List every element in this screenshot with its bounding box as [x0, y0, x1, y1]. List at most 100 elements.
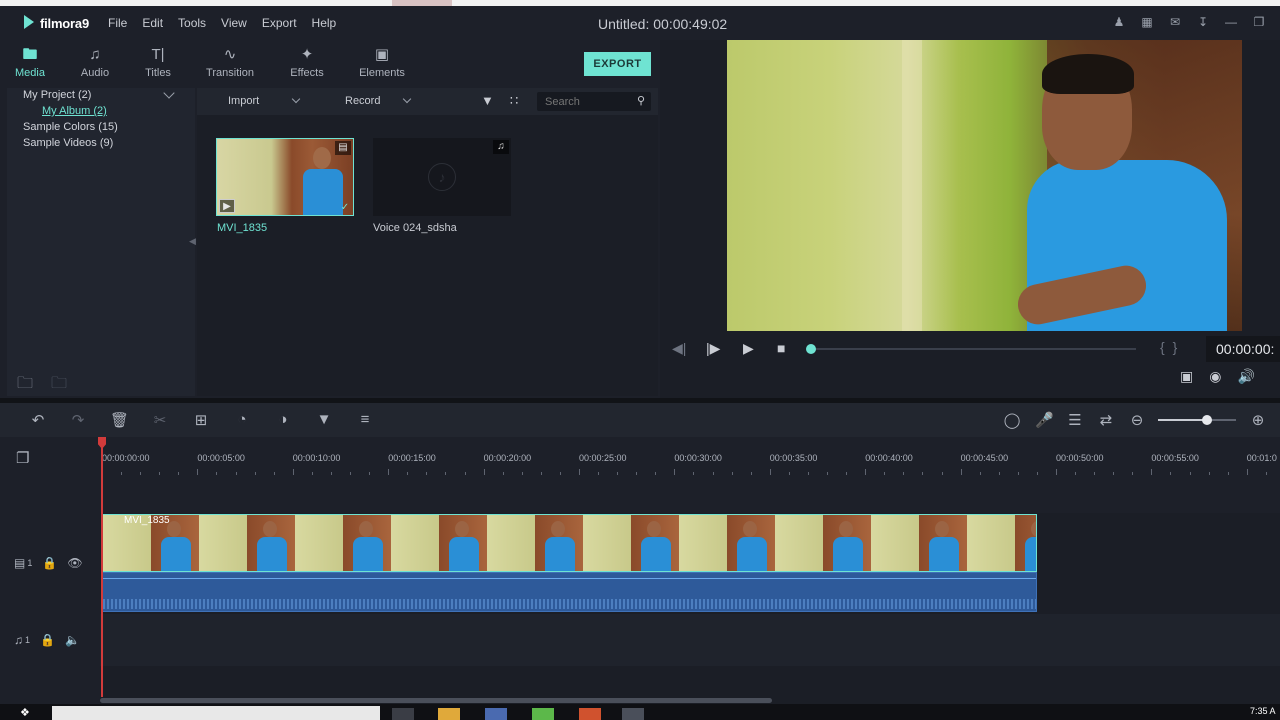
task-view-icon[interactable]	[392, 708, 414, 720]
media-thumbnail-video[interactable]: ▤ ▶ ✓	[216, 138, 354, 216]
record-dropdown[interactable]: Record	[345, 94, 412, 107]
mark-in-out-icon[interactable]: {}	[1160, 339, 1185, 355]
ruler-tick	[559, 472, 561, 475]
collapse-panel-icon[interactable]: ◀	[189, 236, 196, 247]
restore-icon[interactable]: ❐	[1252, 15, 1266, 29]
tab-media[interactable]: 🖿 Media	[0, 46, 60, 79]
clip-frame	[535, 515, 583, 571]
search-box: ⚲	[537, 92, 651, 111]
tab-titles[interactable]: T| Titles	[128, 46, 188, 79]
mixer-icon[interactable]: ☰	[1066, 411, 1084, 429]
app-logo: filmora9	[24, 15, 108, 31]
volume-icon[interactable]: 🔊	[1237, 368, 1254, 385]
menu-edit[interactable]: Edit	[142, 16, 163, 30]
lock-icon[interactable]: 🔒	[42, 556, 57, 570]
zoom-out-icon[interactable]: ⊖	[1128, 411, 1146, 429]
account-icon[interactable]: ♟	[1112, 15, 1126, 29]
speaker-icon[interactable]: 🔈	[65, 633, 80, 647]
crop-icon[interactable]: ⊞	[192, 411, 210, 429]
file-explorer-icon[interactable]	[438, 708, 460, 720]
green-screen-icon[interactable]: ▼	[315, 411, 333, 428]
microphone-icon[interactable]: 🎤	[1035, 411, 1054, 429]
snapshot-camera-icon[interactable]: ◉	[1209, 368, 1221, 385]
zoom-in-icon[interactable]: ⊕	[1249, 411, 1267, 429]
chevron-down-icon[interactable]	[163, 87, 175, 99]
undo-icon[interactable]: ↶	[29, 411, 47, 429]
ruler-tick	[636, 472, 638, 475]
ruler-tick	[617, 472, 619, 475]
search-icon[interactable]: ⚲	[637, 94, 645, 107]
filmora-taskbar-icon[interactable]	[622, 708, 644, 720]
lock-icon[interactable]: 🔒	[40, 633, 55, 647]
ruler-tick	[1017, 472, 1019, 475]
fit-timeline-icon[interactable]: ⇄	[1097, 411, 1115, 429]
playback-progress-knob[interactable]	[806, 344, 816, 354]
export-button[interactable]: EXPORT	[584, 52, 651, 76]
playhead[interactable]	[101, 437, 103, 697]
search-input[interactable]	[537, 92, 627, 111]
tab-elements[interactable]: ▣ Elements	[352, 46, 412, 79]
eye-icon[interactable]: 👁	[67, 556, 82, 570]
menu-file[interactable]: File	[108, 16, 127, 30]
redo-icon[interactable]: ↷	[69, 411, 87, 429]
menu-export[interactable]: Export	[262, 16, 297, 30]
menu-tools[interactable]: Tools	[178, 16, 206, 30]
cut-icon[interactable]: ✂	[151, 411, 169, 429]
store-icon[interactable]	[485, 708, 507, 720]
menu-help[interactable]: Help	[312, 16, 337, 30]
new-folder-icon[interactable]: 🗀	[17, 372, 33, 399]
ruler-tick	[1094, 472, 1096, 475]
audio-track-lane[interactable]	[100, 614, 1280, 666]
ruler-tick	[827, 472, 829, 475]
tab-transition[interactable]: ∿ Transition	[200, 46, 260, 79]
timeline-ruler[interactable]: 00:00:00:00 00:00:05:00 00:00:10:00 00:00:1…	[100, 437, 1280, 477]
clip-frame	[391, 515, 439, 571]
playback-progress-track[interactable]	[810, 348, 1136, 350]
add-track-icon[interactable]: ❐	[16, 449, 29, 467]
display-settings-icon[interactable]: ▣	[1180, 368, 1193, 385]
menu-view[interactable]: View	[221, 16, 247, 30]
media-item-name: Voice 024_sdsha	[373, 222, 457, 234]
app-red-icon[interactable]	[579, 708, 601, 720]
clip-frame	[967, 515, 1015, 571]
save-icon[interactable]: ▦	[1140, 15, 1154, 29]
ruler-tick	[1170, 472, 1172, 475]
clip-frame	[919, 515, 967, 571]
filter-icon[interactable]: ▼	[481, 93, 494, 108]
library-item-my-project[interactable]: My Project (2)	[23, 89, 91, 101]
library-item-my-album[interactable]: My Album (2)	[42, 105, 107, 117]
step-play-icon[interactable]: |▶	[706, 340, 720, 357]
import-dropdown[interactable]: Import	[228, 94, 301, 107]
timeline-scrollbar-thumb[interactable]	[100, 698, 772, 703]
media-thumbnail-audio[interactable]: ♫ ♪	[373, 138, 511, 216]
tab-audio[interactable]: ♫ Audio	[65, 46, 125, 79]
delete-icon[interactable]: 🗑	[110, 411, 129, 429]
windows-start-icon[interactable]: ❖	[20, 706, 30, 719]
color-icon[interactable]: ◑	[274, 411, 292, 428]
ruler-tick	[579, 469, 580, 475]
ruler-tick	[960, 469, 962, 475]
mail-icon[interactable]: ✉	[1168, 15, 1182, 29]
library-item-sample-colors[interactable]: Sample Colors (15)	[23, 121, 118, 133]
video-clip-audio[interactable]	[102, 572, 1037, 612]
library-item-sample-videos[interactable]: Sample Videos (9)	[23, 137, 113, 149]
marker-icon[interactable]: ◯	[1003, 411, 1021, 429]
speed-icon[interactable]: ◔	[233, 411, 251, 428]
zoom-slider-knob[interactable]	[1202, 415, 1212, 425]
stop-icon[interactable]: ■	[777, 340, 785, 356]
previous-frame-icon[interactable]: ◀|	[672, 340, 686, 357]
audio-placeholder-icon: ♪	[428, 163, 456, 191]
ruler-tick	[254, 472, 256, 475]
taskbar-search[interactable]	[52, 706, 380, 720]
delete-folder-icon[interactable]: 🗀	[51, 372, 67, 399]
play-icon[interactable]: ▶	[743, 340, 754, 357]
tab-audio-label: Audio	[80, 67, 110, 79]
tab-effects[interactable]: ✦ Effects	[277, 46, 337, 79]
audio-adjust-icon[interactable]: ≡	[356, 411, 374, 428]
download-icon[interactable]: ↧	[1196, 15, 1210, 29]
app-green-icon[interactable]	[532, 708, 554, 720]
video-clip[interactable]	[102, 514, 1037, 572]
playback-controls: ◀| |▶ ▶ ■ {} 00:00:00:	[660, 336, 1280, 362]
grid-view-icon[interactable]: ∷	[510, 93, 518, 109]
minimize-icon[interactable]: —	[1224, 15, 1238, 29]
